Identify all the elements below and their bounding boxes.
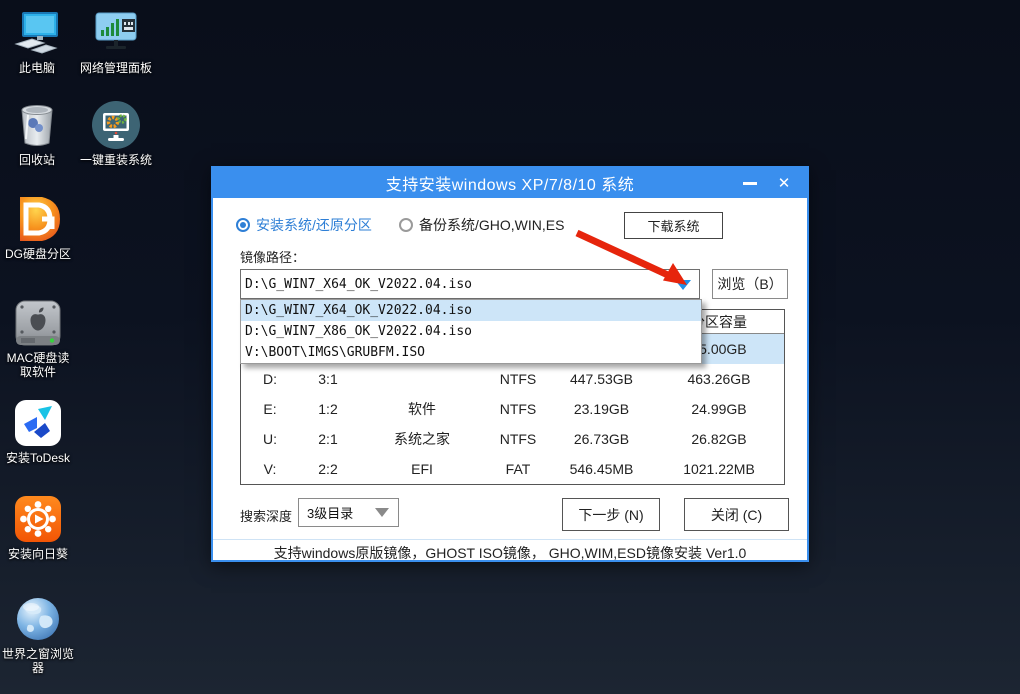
desktop-icon-mac-disk-reader[interactable]: MAC硬盘读取软件 xyxy=(0,298,76,379)
dg-partition-icon xyxy=(12,194,64,244)
cell-capacity: 1021.22MB xyxy=(654,454,784,484)
cell-drive: D: xyxy=(241,364,299,394)
close-dialog-button[interactable]: 关闭 (C) xyxy=(684,498,789,531)
desktop-icon-label: 世界之窗浏览器 xyxy=(2,647,74,675)
cell-volume-label: 软件 xyxy=(357,394,487,424)
sunflower-icon xyxy=(14,494,62,544)
cell-disk-part: 2:1 xyxy=(299,424,357,454)
dropdown-item[interactable]: D:\G_WIN7_X86_OK_V2022.04.iso xyxy=(241,321,701,342)
close-icon: ✕ xyxy=(778,176,791,191)
cell-capacity: 26.82GB xyxy=(654,424,784,454)
desktop-icon-network-panel[interactable]: 网络管理面板 xyxy=(74,8,158,75)
one-key-reinstall-icon xyxy=(91,100,141,150)
desktop-icon-label: MAC硬盘读取软件 xyxy=(3,351,73,379)
cell-capacity: 24.99GB xyxy=(654,394,784,424)
desktop-icon-dg-partition[interactable]: DG硬盘分区 xyxy=(0,194,76,261)
select-dropdown-arrow-icon xyxy=(375,508,389,517)
cell-filesystem: NTFS xyxy=(487,394,549,424)
table-row[interactable]: E: 1:2 软件 NTFS 23.19GB 24.99GB xyxy=(241,394,784,424)
radio-unselected-icon xyxy=(399,218,413,232)
dropdown-item-selected[interactable]: D:\G_WIN7_X64_OK_V2022.04.iso xyxy=(241,300,701,321)
desktop-icon-label: 此电脑 xyxy=(19,61,55,75)
cell-filesystem: NTFS xyxy=(487,364,549,394)
browse-button[interactable]: 浏览（B） xyxy=(712,269,788,299)
cell-volume-label: 系统之家 xyxy=(357,424,487,454)
statusbar-divider xyxy=(213,539,807,540)
table-row[interactable]: U: 2:1 系统之家 NTFS 26.73GB 26.82GB xyxy=(241,424,784,454)
search-depth-label: 搜索深度 xyxy=(240,506,292,525)
desktop-icon-label: 一键重装系统 xyxy=(80,153,152,167)
cell-filesystem: NTFS xyxy=(487,424,549,454)
cell-volume-label: EFI xyxy=(357,454,487,484)
desktop-icon-label: 回收站 xyxy=(19,153,55,167)
mac-disk-reader-icon xyxy=(14,298,62,348)
cell-disk-part: 1:2 xyxy=(299,394,357,424)
cell-filesystem: FAT xyxy=(487,454,549,484)
cell-disk-part: 2:2 xyxy=(299,454,357,484)
install-dialog: 支持安装windows XP/7/8/10 系统 ✕ 安装系统/还原分区 备份系… xyxy=(211,166,809,562)
combobox-dropdown-arrow-icon[interactable] xyxy=(675,280,691,290)
radio-backup-system[interactable]: 备份系统/GHO,WIN,ES xyxy=(399,215,564,235)
search-depth-value: 3级目录 xyxy=(299,503,375,522)
table-row[interactable]: V: 2:2 EFI FAT 546.45MB 1021.22MB xyxy=(241,454,784,484)
cell-volume-label xyxy=(357,364,487,394)
network-panel-icon xyxy=(92,8,140,58)
status-bar: 支持windows原版镜像，GHOST ISO镜像， GHO,WIM,ESD镜像… xyxy=(213,542,807,564)
radio-selected-icon xyxy=(236,218,250,232)
close-button[interactable]: ✕ xyxy=(769,168,799,198)
dialog-title: 支持安装windows XP/7/8/10 系统 xyxy=(386,171,635,195)
minimize-icon xyxy=(743,182,757,185)
desktop-icon-world-window-browser[interactable]: 世界之窗浏览器 xyxy=(0,594,76,675)
search-depth-select[interactable]: 3级目录 xyxy=(298,498,399,527)
radio-install-label: 安装系统/还原分区 xyxy=(256,215,372,235)
recycle-bin-icon xyxy=(16,100,58,150)
next-step-button[interactable]: 下一步 (N) xyxy=(562,498,660,531)
radio-install-system[interactable]: 安装系统/还原分区 xyxy=(236,215,372,235)
cell-used: 23.19GB xyxy=(549,394,654,424)
minimize-button[interactable] xyxy=(735,168,765,198)
image-path-combobox[interactable] xyxy=(240,269,700,299)
cell-capacity: 463.26GB xyxy=(654,364,784,394)
desktop-icon-recycle-bin[interactable]: 回收站 xyxy=(5,100,69,167)
dialog-titlebar[interactable]: 支持安装windows XP/7/8/10 系统 ✕ xyxy=(213,168,807,198)
desktop-icon-install-sunflower[interactable]: 安装向日葵 xyxy=(0,494,76,561)
desktop: 此电脑 网络管理面板 xyxy=(0,0,1020,694)
table-row[interactable]: D: 3:1 NTFS 447.53GB 463.26GB xyxy=(241,364,784,394)
cell-used: 447.53GB xyxy=(549,364,654,394)
dropdown-item[interactable]: V:\BOOT\IMGS\GRUBFM.ISO xyxy=(241,342,701,363)
image-path-input[interactable] xyxy=(245,270,665,298)
cell-used: 546.45MB xyxy=(549,454,654,484)
desktop-icon-label: 网络管理面板 xyxy=(80,61,152,75)
globe-icon xyxy=(15,594,61,644)
image-path-dropdown-list: D:\G_WIN7_X64_OK_V2022.04.iso D:\G_WIN7_… xyxy=(240,299,702,364)
cell-drive: U: xyxy=(241,424,299,454)
this-pc-icon xyxy=(14,8,60,58)
download-system-button[interactable]: 下载系统 xyxy=(624,212,723,239)
desktop-icon-this-pc[interactable]: 此电脑 xyxy=(5,8,69,75)
desktop-icon-label: DG硬盘分区 xyxy=(5,247,71,261)
radio-backup-label: 备份系统/GHO,WIN,ES xyxy=(419,215,564,235)
desktop-icon-label: 安装ToDesk xyxy=(6,451,70,465)
desktop-icon-one-key-reinstall[interactable]: 一键重装系统 xyxy=(74,100,158,167)
cell-drive: V: xyxy=(241,454,299,484)
todesk-icon xyxy=(14,398,62,448)
desktop-icon-install-todesk[interactable]: 安装ToDesk xyxy=(0,398,76,465)
cell-disk-part: 3:1 xyxy=(299,364,357,394)
image-path-label: 镜像路径： xyxy=(240,247,305,266)
cell-drive: E: xyxy=(241,394,299,424)
cell-used: 26.73GB xyxy=(549,424,654,454)
desktop-icon-label: 安装向日葵 xyxy=(8,547,68,561)
